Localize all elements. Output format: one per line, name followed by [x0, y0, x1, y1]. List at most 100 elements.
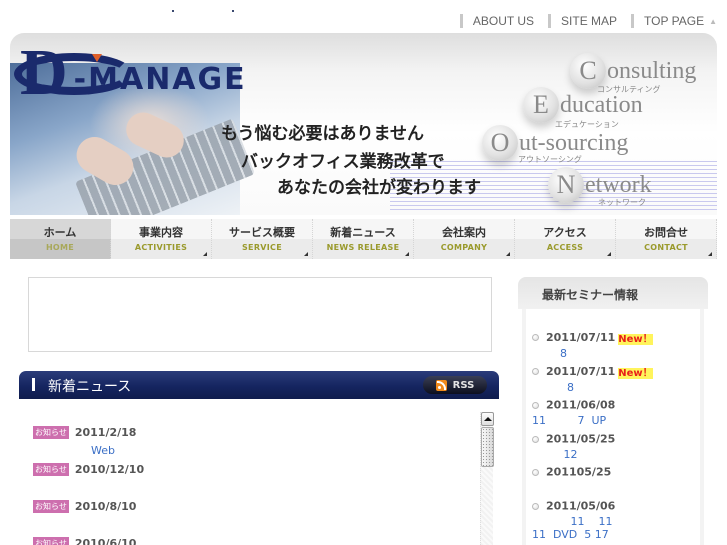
education-initial-ball: E	[523, 87, 559, 123]
outsourcing-initial-ball: O	[482, 125, 518, 161]
nav-label-jp: サービス概要	[229, 226, 295, 239]
seminar-date: 2011/05/06	[546, 499, 616, 513]
seminar-date: 2011/07/11	[546, 365, 616, 378]
nav-label-jp: ホーム	[43, 226, 77, 239]
seminar-item: 201105/25	[532, 465, 611, 479]
corner-arrow-icon	[607, 252, 611, 256]
seminar-sidebar: 最新セミナー情報 2011/07/11 New！ 8 2011/07/11 New！…	[518, 277, 708, 545]
nav-access[interactable]: アクセス ACCESS	[515, 219, 616, 259]
nav-activities[interactable]: 事業内容 ACTIVITIES	[111, 219, 212, 259]
nav-news-release[interactable]: 新着ニュース NEWS RELEASE	[313, 219, 414, 259]
notice-badge: お知らせ	[33, 463, 69, 476]
tagline-line-1: もう悩む必要はありません	[221, 124, 424, 144]
nav-home[interactable]: ホーム HOME	[10, 219, 111, 259]
logo-wordmark: -MANAGE	[73, 54, 247, 97]
news-date: 2010/12/10	[74, 463, 145, 476]
nav-label-en: COMPANY	[440, 243, 488, 252]
separator	[631, 14, 635, 28]
network-initial-ball: N	[548, 167, 584, 203]
tagline-line-3: あなたの会社が変わります	[277, 178, 481, 198]
logo-word-text: -MANAGE	[73, 62, 247, 97]
new-badge: New！	[618, 334, 653, 345]
hero-banner: D -MANAGE もう悩む必要はありません バックオフィス業務改革で あなたの…	[10, 33, 717, 215]
outsourcing-word: ut-sourcing	[519, 129, 629, 156]
tagline-line-2: バックオフィス業務改革で	[241, 152, 445, 172]
news-link[interactable]: Web	[91, 444, 136, 457]
nav-service[interactable]: サービス概要 SERVICE	[212, 219, 313, 259]
seminar-link[interactable]: 11 11 11 DVD 5 17	[532, 515, 615, 541]
rss-button[interactable]: RSS	[423, 376, 487, 394]
nav-company[interactable]: 会社案内 COMPANY	[414, 219, 515, 259]
seminar-title: 最新セミナー情報	[542, 288, 639, 302]
separator	[459, 14, 463, 28]
notice-badge: お知らせ	[33, 426, 69, 439]
news-header: 新着ニュース RSS	[19, 371, 499, 399]
seminar-header: 最新セミナー情報	[518, 277, 708, 309]
content-placeholder-box	[28, 277, 492, 352]
news-title: 新着ニュース	[48, 379, 132, 395]
seminar-link[interactable]: 11 7 UP	[532, 414, 615, 427]
about-us-label: ABOUT US	[472, 14, 535, 28]
utility-nav: ABOUT US SITE MAP TOP PAGE ▲	[446, 14, 717, 28]
education-word: ducation	[560, 91, 643, 118]
nav-label-en: ACTIVITIES	[134, 243, 188, 252]
seminar-item: 2011/07/11 New！ 8	[532, 364, 653, 394]
site-logo[interactable]: D -MANAGE	[14, 40, 247, 106]
corner-arrow-icon	[506, 252, 510, 256]
seminar-link[interactable]: 8	[532, 381, 653, 394]
nav-label-jp: 新着ニュース	[330, 226, 396, 239]
header-bar-icon	[32, 378, 35, 391]
nav-label-jp: アクセス	[543, 226, 587, 239]
consulting-word: onsulting	[607, 57, 697, 84]
news-date: 2010/8/10	[74, 500, 137, 513]
scroll-thumb[interactable]	[481, 427, 494, 467]
logo-triangle-icon	[91, 54, 102, 62]
news-date: 2010/6/10	[74, 537, 137, 545]
outsourcing-kana: アウトソーシング	[518, 155, 582, 164]
corner-arrow-icon	[708, 252, 712, 256]
nav-label-jp: 会社案内	[442, 226, 486, 239]
top-page-label: TOP PAGE	[644, 14, 705, 28]
seminar-link[interactable]: 12	[532, 448, 615, 461]
bullet-icon	[532, 502, 539, 510]
corner-arrow-icon	[304, 252, 308, 256]
network-kana: ネットワーク	[598, 198, 646, 207]
news-list[interactable]: お知らせ 2011/2/18 Web お知らせ 2010/12/10 お知らせ 201…	[19, 399, 499, 545]
seminar-item: 2011/05/06 11 11 11 DVD 5 17	[532, 499, 615, 541]
news-item: お知らせ 2010/12/10	[33, 459, 144, 478]
about-us-link[interactable]: ABOUT US	[459, 14, 535, 28]
notice-badge: お知らせ	[33, 537, 69, 545]
news-date: 2011/2/18	[74, 426, 137, 439]
decor-dot	[232, 10, 234, 12]
rss-icon	[435, 379, 447, 391]
news-item: お知らせ 2010/8/10	[33, 496, 136, 515]
bullet-icon	[532, 334, 539, 341]
bullet-icon	[532, 435, 539, 443]
seminar-date: 2011/05/25	[546, 432, 616, 446]
service-education: E ducation	[523, 87, 643, 123]
corner-arrow-icon	[405, 252, 409, 256]
nav-label-jp: 事業内容	[139, 226, 183, 239]
top-page-link[interactable]: TOP PAGE ▲	[631, 14, 717, 28]
site-map-link[interactable]: SITE MAP	[548, 14, 617, 28]
nav-label-en: SERVICE	[242, 243, 282, 252]
news-item: お知らせ 2011/2/18 Web	[33, 422, 136, 457]
news-scrollbar[interactable]	[480, 412, 494, 545]
nav-contact[interactable]: お問合せ CONTACT	[616, 219, 717, 259]
seminar-date: 2011/07/11	[546, 331, 616, 344]
nav-label-jp: お問合せ	[644, 226, 688, 239]
seminar-list: 2011/07/11 New！ 8 2011/07/11 New！ 8 2011/0…	[522, 309, 704, 545]
corner-arrow-icon	[203, 252, 207, 256]
nav-label-en: HOME	[45, 243, 75, 252]
seminar-date: 2011/06/08	[546, 398, 616, 412]
seminar-link[interactable]: 8	[532, 347, 653, 360]
global-nav: ホーム HOME 事業内容 ACTIVITIES サービス概要 SERVICE 新着ニ…	[10, 219, 717, 259]
network-word: etwork	[585, 171, 652, 198]
news-item: お知らせ 2010/6/10	[33, 533, 136, 545]
triangle-up-icon: ▲	[709, 16, 717, 26]
new-badge: New！	[618, 368, 653, 379]
separator	[548, 14, 552, 28]
scroll-up-arrow-icon[interactable]	[481, 412, 494, 426]
bullet-icon	[532, 401, 539, 409]
decor-dot	[172, 10, 174, 12]
